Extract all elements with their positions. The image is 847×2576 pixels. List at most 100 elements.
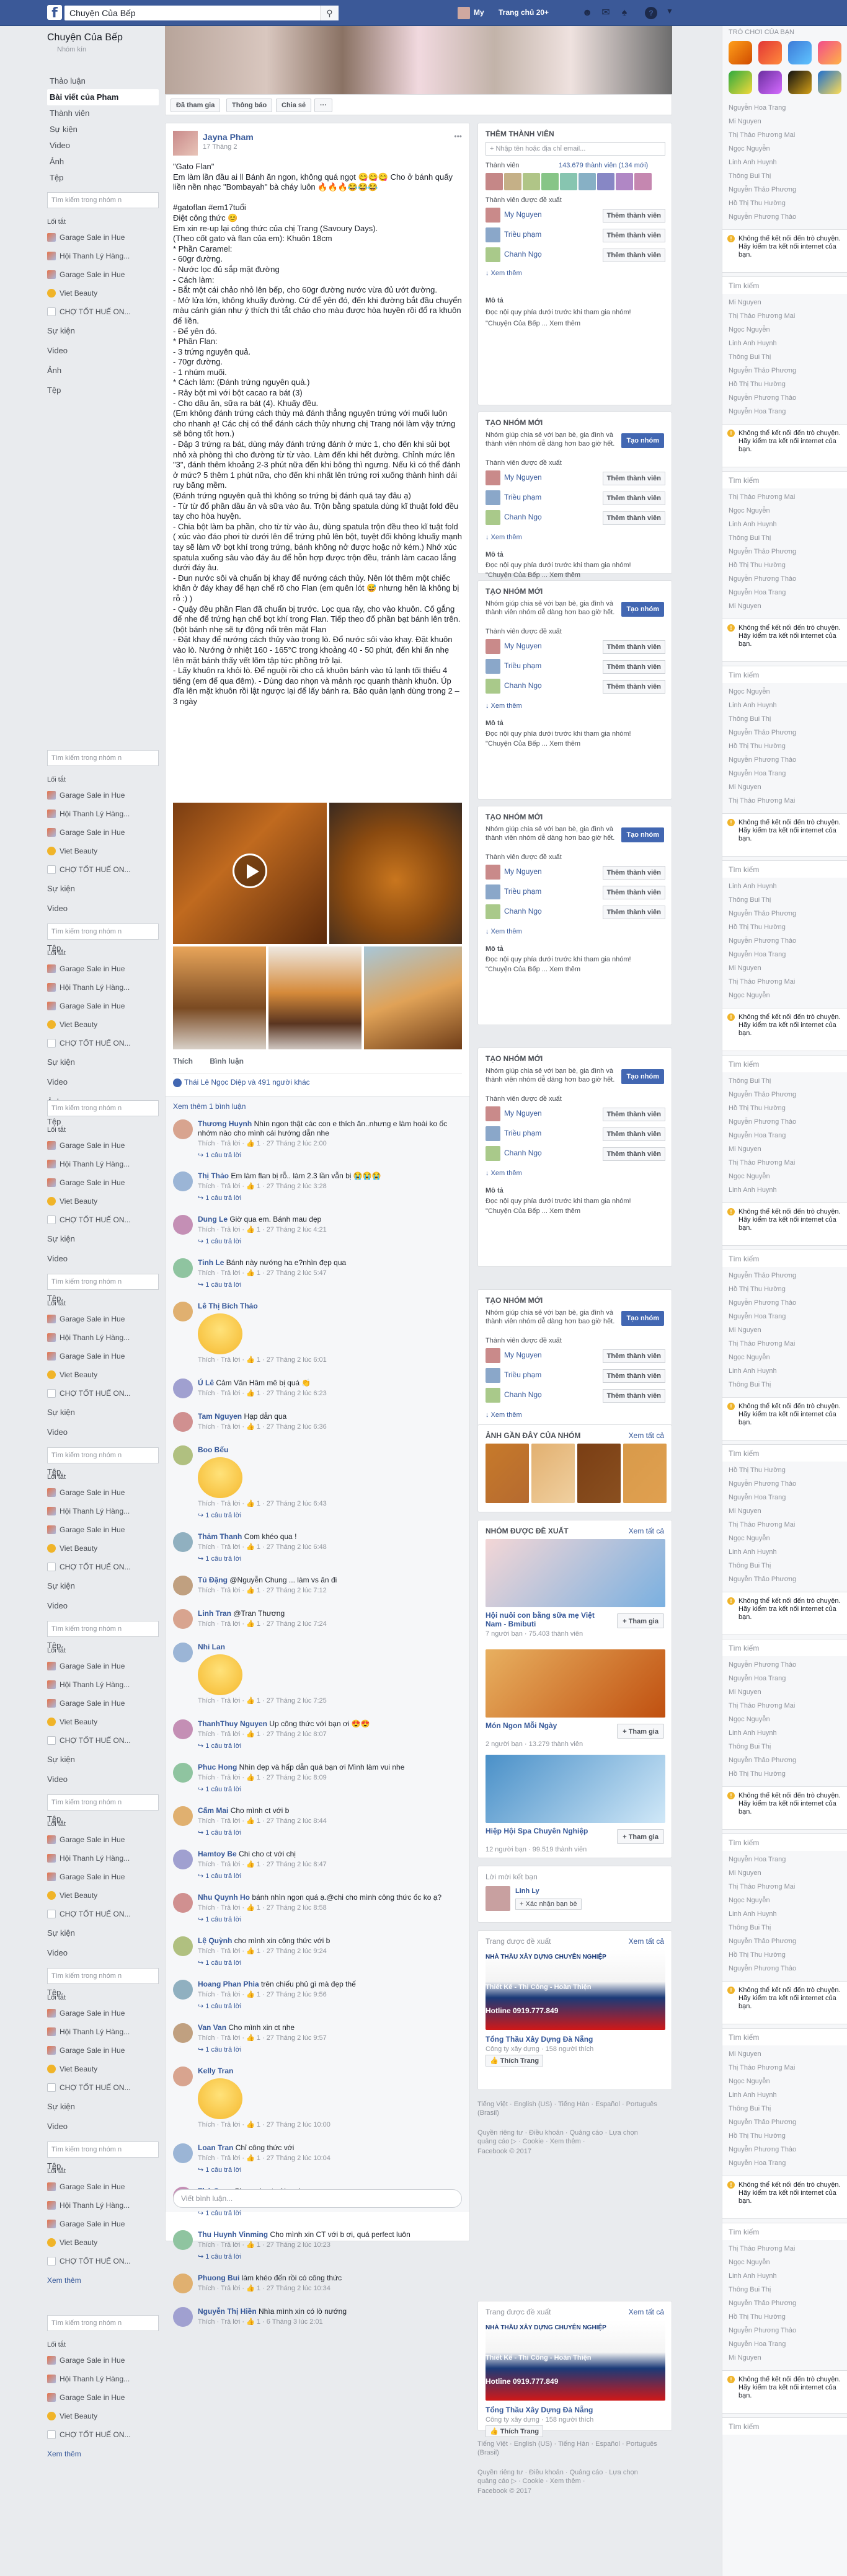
commenter-name[interactable]: Thảm Thanh [198, 1532, 242, 1541]
chat-contact[interactable]: Ngọc Nguyễn [729, 992, 770, 999]
comment-meta[interactable]: Thích · Trả lời · 👍 1 · 27 Tháng 2 lúc 8… [198, 1860, 458, 1869]
commenter-avatar[interactable] [173, 1302, 193, 1321]
post-author[interactable]: Jayna Pham [203, 132, 254, 142]
suggested-member-name[interactable]: Triều phạm [504, 1129, 541, 1137]
create-group-button[interactable]: Tạo nhóm [621, 1311, 664, 1326]
chat-search-input[interactable]: Tìm kiếm [722, 2223, 847, 2240]
cho-tot-hue-shortcut[interactable]: CHỢ TỐT HUẾ ON... [47, 302, 159, 321]
chat-contact[interactable]: Hồ Thị Thu Hường [729, 743, 786, 750]
garage-sale-shortcut[interactable]: Garage Sale in Hue [47, 228, 159, 247]
chat-contact[interactable]: Nguyễn Hoa Trang [729, 1856, 786, 1863]
viet-beauty-shortcut[interactable]: Viet Beauty [47, 284, 159, 302]
commenter-name[interactable]: Boo Bếu [198, 1445, 228, 1454]
hoi-thanh-ly-shortcut[interactable]: Hội Thanh Lý Hàng... [47, 1155, 159, 1173]
language-list[interactable]: Tiếng Việt · English (US) · Tiếng Hàn · … [477, 2100, 657, 2117]
facebook-logo-icon[interactable]: f [47, 5, 62, 20]
view-replies-link[interactable]: ↪ 1 câu trả lời [198, 2002, 458, 2011]
nav-events[interactable]: Sự kiện [47, 121, 159, 138]
chat-contact[interactable]: Hồ Thị Thu Hường [729, 1286, 786, 1293]
avatar[interactable] [486, 679, 500, 694]
view-replies-link[interactable]: ↪ 1 câu trả lời [198, 1872, 458, 1881]
chat-contact[interactable]: Thị Thảo Phương Mai [729, 1883, 795, 1890]
garage-sale-shortcut[interactable]: Garage Sale in Hue [47, 1657, 159, 1675]
member-avatar[interactable] [616, 173, 633, 190]
commenter-avatar[interactable] [173, 1763, 193, 1783]
chat-contact[interactable]: Hồ Thị Thu Hường [729, 1951, 786, 1959]
menu-photos[interactable]: Ảnh [47, 361, 159, 381]
group-search-input[interactable]: Tìm kiếm trong nhóm n [47, 1621, 159, 1637]
viet-beauty-shortcut[interactable]: Viet Beauty [47, 1886, 159, 1905]
suggested-member-name[interactable]: My Nguyen [504, 210, 542, 219]
play-icon[interactable] [233, 854, 267, 888]
group-search-input[interactable]: Tìm kiếm trong nhóm n [47, 750, 159, 766]
chat-contact[interactable]: Ngọc Nguyễn [729, 1354, 770, 1361]
description-more[interactable]: "Chuyện Của Bếp ... Xem thêm [486, 571, 665, 580]
chat-search-input[interactable]: Tìm kiếm [722, 1250, 847, 1267]
view-replies-link[interactable]: ↪ 1 câu trả lời [198, 1281, 458, 1290]
chat-contact[interactable]: Mi Nguyen [729, 2050, 761, 2058]
chat-contact[interactable]: Thị Thảo Phương Mai [729, 797, 795, 805]
view-replies-link[interactable]: ↪ 1 câu trả lời [198, 1511, 458, 1520]
commenter-name[interactable]: Phuc Hong [198, 1763, 237, 1771]
chat-contact[interactable]: Nguyễn Thảo Phương [729, 186, 796, 193]
chat-contact[interactable]: Thị Thảo Phương Mai [729, 2245, 795, 2252]
avatar[interactable] [486, 1886, 510, 1911]
see-more-link[interactable]: Xem thêm [47, 2444, 159, 2464]
create-group-button[interactable]: Tạo nhóm [621, 827, 664, 842]
chat-contact[interactable]: Linh Anh Huynh [729, 521, 777, 528]
add-member-button[interactable]: Thêm thành viên [602, 492, 665, 505]
game-icon[interactable] [788, 41, 812, 64]
garage-sale-shortcut[interactable]: Garage Sale in Hue [47, 2351, 159, 2370]
group-cover-image[interactable] [486, 1649, 665, 1718]
suggested-member-name[interactable]: Triều phạm [504, 661, 541, 670]
view-replies-link[interactable]: ↪ 1 câu trả lời [198, 1828, 458, 1838]
avatar[interactable] [486, 510, 500, 525]
comment-meta[interactable]: Thích · Trả lời · 👍 1 · 27 Tháng 2 lúc 6… [198, 1499, 458, 1509]
viet-beauty-shortcut[interactable]: Viet Beauty [47, 1713, 159, 1731]
commenter-avatar[interactable] [173, 1258, 193, 1278]
chat-contact[interactable]: Linh Anh Huynh [729, 702, 777, 709]
chat-contact[interactable]: Nguyễn Hoa Trang [729, 1494, 786, 1501]
commenter-avatar[interactable] [173, 1378, 193, 1398]
chat-search-input[interactable]: Tìm kiếm [722, 1639, 847, 1656]
game-icon[interactable] [758, 71, 782, 94]
garage-sale-shortcut-2[interactable]: Garage Sale in Hue [47, 1520, 159, 1539]
comment-meta[interactable]: Thích · Trả lời · 👍 1 · 6 Tháng 3 lúc 2:… [198, 2318, 458, 2327]
chat-contact[interactable]: Mi Nguyen [729, 118, 761, 125]
chat-contact[interactable]: Nguyễn Thảo Phương [729, 1272, 796, 1279]
view-replies-link[interactable]: ↪ 1 câu trả lời [198, 2045, 458, 2055]
menu-videos[interactable]: Video [47, 1596, 159, 1616]
chat-contact[interactable]: Linh Anh Huynh [729, 1186, 777, 1194]
commenter-avatar[interactable] [173, 2023, 193, 2043]
suggested-member-name[interactable]: Chanh Ngọ [504, 1390, 542, 1399]
menu-videos[interactable]: Video [47, 2117, 159, 2137]
language-list[interactable]: Tiếng Việt · English (US) · Tiếng Hàn · … [477, 2440, 657, 2457]
game-icon[interactable] [729, 41, 752, 64]
search-icon[interactable]: ⚲ [320, 6, 339, 20]
chat-contact[interactable]: Thị Thảo Phương Mai [729, 312, 795, 320]
share-button[interactable]: Chia sẻ [276, 99, 312, 112]
comment-meta[interactable]: Thích · Trả lời · 👍 1 · 27 Tháng 2 lúc 6… [198, 1423, 458, 1432]
chat-contact[interactable]: Nguyễn Phương Thảo [729, 1480, 796, 1488]
group-search-input[interactable]: Tìm kiếm trong nhóm n [47, 1968, 159, 1984]
comment-meta[interactable]: Thích · Trả lời · 👍 1 · 27 Tháng 2 lúc 7… [198, 1620, 458, 1629]
commenter-avatar[interactable] [173, 1980, 193, 2000]
group-photo[interactable] [531, 1444, 575, 1503]
avatar[interactable] [486, 884, 500, 899]
chat-contact[interactable]: Thị Thảo Phương Mai [729, 1702, 795, 1709]
view-replies-link[interactable]: ↪ 1 câu trả lời [198, 1785, 458, 1794]
commenter-name[interactable]: Nguyễn Thị Hiền [198, 2307, 257, 2316]
chat-contact[interactable]: Mi Nguyen [729, 602, 761, 610]
hoi-thanh-ly-shortcut[interactable]: Hội Thanh Lý Hàng... [47, 1675, 159, 1694]
commenter-name[interactable]: Thương Huynh [198, 1119, 252, 1128]
suggested-member-name[interactable]: My Nguyen [504, 642, 542, 650]
commenter-avatar[interactable] [173, 1532, 193, 1552]
group-name[interactable]: Hội nuôi con bằng sữa mẹ Việt Nam - Bmib… [486, 1611, 603, 1628]
garage-sale-shortcut-2[interactable]: Garage Sale in Hue [47, 1347, 159, 1365]
menu-events[interactable]: Sự kiện [47, 1229, 159, 1249]
comment-meta[interactable]: Thích · Trả lời · 👍 1 · 27 Tháng 2 lúc 6… [198, 1389, 458, 1398]
add-member-button[interactable]: Thêm thành viên [602, 1108, 665, 1121]
profile-link[interactable]: My [458, 6, 484, 19]
commenter-avatar[interactable] [173, 2274, 193, 2293]
garage-sale-shortcut-2[interactable]: Garage Sale in Hue [47, 823, 159, 842]
